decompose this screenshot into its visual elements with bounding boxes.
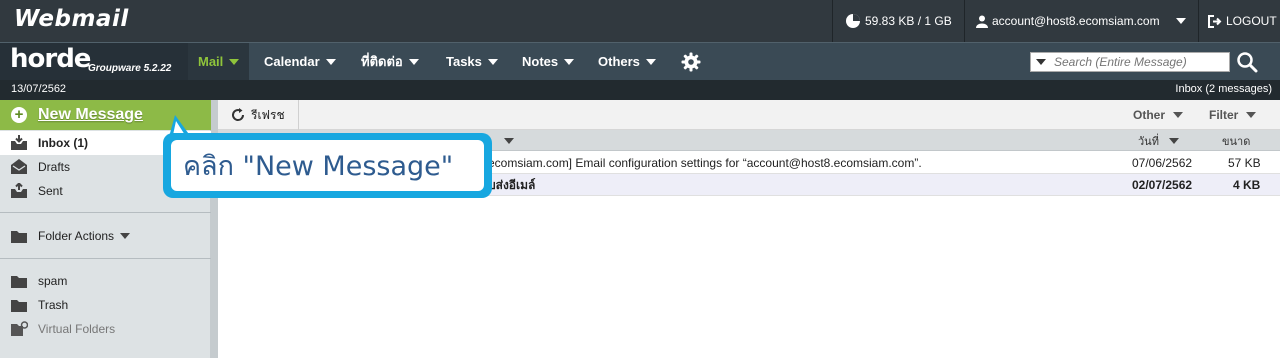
chevron-down-icon [1175,18,1186,24]
divider [832,0,833,42]
divider [0,212,211,213]
search-scope-dropdown-icon[interactable] [1036,59,1046,65]
subject-column-sort[interactable] [498,130,514,151]
user-icon [976,15,988,28]
chevron-down-icon [229,58,240,65]
mailbox-status: Inbox (2 messages) [1175,83,1272,95]
horde-logo-text: horde [10,44,91,74]
drafts-icon [11,159,27,174]
nav-contacts[interactable]: ที่ติดต่อ [351,43,429,80]
nav-notes[interactable]: Notes [512,43,584,80]
account-email: account@host8.ecomsiam.com [992,14,1160,28]
chevron-down-icon [645,58,656,65]
nav-tasks-label: Tasks [446,54,482,69]
folder-drafts-label: Drafts [38,160,71,174]
folder-actions-label: Folder Actions [38,229,115,243]
other-label: Other [1133,108,1166,122]
folder-icon [11,231,27,243]
sent-icon [11,183,27,198]
nav-calendar[interactable]: Calendar [254,43,346,80]
top-bar: Webmail 59.83 KB / 1 GB account@host8.ec… [0,0,1280,42]
search-icon[interactable] [1236,51,1258,73]
folder-sent-label: Sent [38,184,63,198]
logout-icon [1208,14,1222,28]
quota-indicator[interactable]: 59.83 KB / 1 GB [845,0,952,42]
message-subject: ecomsiam.com] Email configuration settin… [488,156,922,170]
info-bar: 13/07/2562 Inbox (2 messages) [0,80,1280,100]
other-menu[interactable]: Other [1133,100,1184,130]
chevron-down-icon [487,58,498,65]
nav-mail[interactable]: Mail [188,43,250,80]
size-column-header[interactable]: ขนาด [1222,130,1250,151]
folder-spam-label: spam [38,274,68,288]
folder-icon [11,300,27,312]
message-size: 57 KB [1228,156,1261,170]
virtual-folder-icon [11,321,28,336]
chevron-down-icon [564,58,575,65]
nav-others[interactable]: Others [588,43,666,80]
message-date: 07/06/2562 [1132,156,1193,170]
nav-tasks[interactable]: Tasks [436,43,508,80]
current-date: 13/07/2562 [11,83,67,95]
folder-trash[interactable]: Trash [0,293,211,317]
version-label: Groupware 5.2.22 [88,63,172,74]
search-field[interactable] [1030,52,1230,72]
nav-others-label: Others [598,54,640,69]
nav-mail-label: Mail [198,54,224,69]
chevron-down-icon [408,58,419,65]
date-column-label: วันที่ [1138,135,1159,148]
divider [0,258,211,259]
gear-icon[interactable] [681,52,701,72]
folder-inbox-label: Inbox (1) [38,136,88,150]
message-size: 4 KB [1233,178,1261,192]
webmail-brand: Webmail [14,6,129,32]
search-input[interactable] [1054,55,1224,69]
date-column-header[interactable]: วันที่ [1138,130,1179,151]
nav-notes-label: Notes [522,54,559,69]
divider [964,0,965,42]
horde-logo[interactable]: horde Groupware 5.2.22 [0,43,188,81]
filter-label: Filter [1209,108,1239,122]
message-toolbar: รีเฟรช Other Filter [218,100,1280,130]
folder-trash-label: Trash [38,298,69,312]
pie-chart-icon [846,14,860,28]
folder-icon [11,276,27,288]
folder-actions-menu[interactable]: Folder Actions [0,224,211,248]
chevron-down-icon [504,137,514,144]
inbox-icon [11,135,27,150]
folder-spam[interactable]: spam [0,269,211,293]
refresh-icon [232,108,245,121]
folder-virtual-label: Virtual Folders [38,322,116,336]
divider [1198,0,1199,42]
chevron-down-icon [325,58,336,65]
instruction-callout-text: คลิก "New Message" [171,140,484,191]
chevron-down-icon [120,233,131,239]
plus-icon: + [11,107,27,123]
account-menu[interactable]: account@host8.ecomsiam.com [976,0,1186,42]
filter-menu[interactable]: Filter [1209,100,1257,130]
app-nav-bar: horde Groupware 5.2.22 Mail Calendar ที่… [0,42,1280,81]
quota-text: 59.83 KB / 1 GB [865,14,952,28]
logout-button[interactable]: LOGOUT [1208,0,1277,42]
message-subject: บส่งอีเมล์ [488,177,536,192]
nav-calendar-label: Calendar [264,54,320,69]
chevron-down-icon [1173,112,1184,118]
size-column-label: ขนาด [1222,135,1251,148]
refresh-button[interactable]: รีเฟรช [218,100,299,130]
message-date: 02/07/2562 [1132,178,1193,192]
new-message-label: New Message [38,106,143,123]
nav-contacts-label: ที่ติดต่อ [361,54,403,69]
refresh-label: รีเฟรช [251,107,285,122]
chevron-down-icon [1246,112,1257,118]
logout-label: LOGOUT [1226,14,1277,28]
chevron-down-icon [1168,137,1179,144]
folder-virtual[interactable]: Virtual Folders [0,317,211,341]
